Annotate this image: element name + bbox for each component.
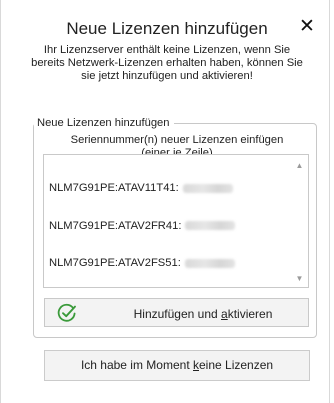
intro-line: Ihr Lizenzserver enthält keine Lizenzen,… (43, 44, 291, 56)
serial-line: NLM7G91PE:ATAV2FR41: (49, 219, 236, 233)
serial-line: NLM7G91PE:ATAV2FS51: (49, 257, 235, 270)
serial-line: NLM7G91PE:ATAV11T41: (49, 182, 235, 195)
intro-line: sie jetzt hinzufügen und aktivieren! (81, 70, 253, 82)
serial-prefix: NLM7G91PE:ATAV2FR41: (49, 219, 182, 232)
serial-prefix: NLM7G91PE:ATAV11T41: (49, 182, 179, 194)
dialog-title: Neue Lizenzen hinzufügen (66, 19, 268, 38)
serial-lines: NLM7G91PE:ATAV11T41: NLM7G91PE:ATAV2FR41… (49, 157, 236, 295)
group-legend: Neue Lizenzen hinzufügen (34, 116, 174, 130)
check-circle-icon (57, 303, 76, 322)
textarea-scrollbar[interactable]: ▲ ▼ (291, 155, 308, 287)
add-and-activate-button[interactable]: Hinzufügen und aktivieren (44, 298, 309, 327)
add-licenses-dialog: Neue Lizenzen hinzufügen ✕ Ihr Lizenzser… (0, 0, 334, 403)
serial-numbers-textarea[interactable]: NLM7G91PE:ATAV11T41: NLM7G91PE:ATAV2FR41… (43, 154, 309, 288)
serial-prefix: NLM7G91PE:ATAV2FS51: (49, 257, 181, 269)
redacted-serial (182, 183, 233, 193)
no-licenses-button[interactable]: Ich habe im Moment keine Lizenzen (44, 350, 310, 381)
instruction-line: Seriennummer(n) neuer Lizenzen einfügen (70, 134, 284, 146)
redacted-serial (184, 258, 235, 268)
scroll-down-arrow-icon[interactable]: ▼ (291, 270, 308, 287)
scroll-up-arrow-icon[interactable]: ▲ (291, 157, 308, 174)
intro-line: bereits Netzwerk-Lizenzen erhalten haben… (31, 57, 303, 69)
redacted-serial (185, 221, 236, 231)
close-icon[interactable]: ✕ (296, 16, 318, 38)
intro-text: Ihr Lizenzserver enthält keine Lizenzen,… (14, 44, 320, 83)
add-and-activate-label: Hinzufügen und aktivieren (133, 307, 273, 321)
